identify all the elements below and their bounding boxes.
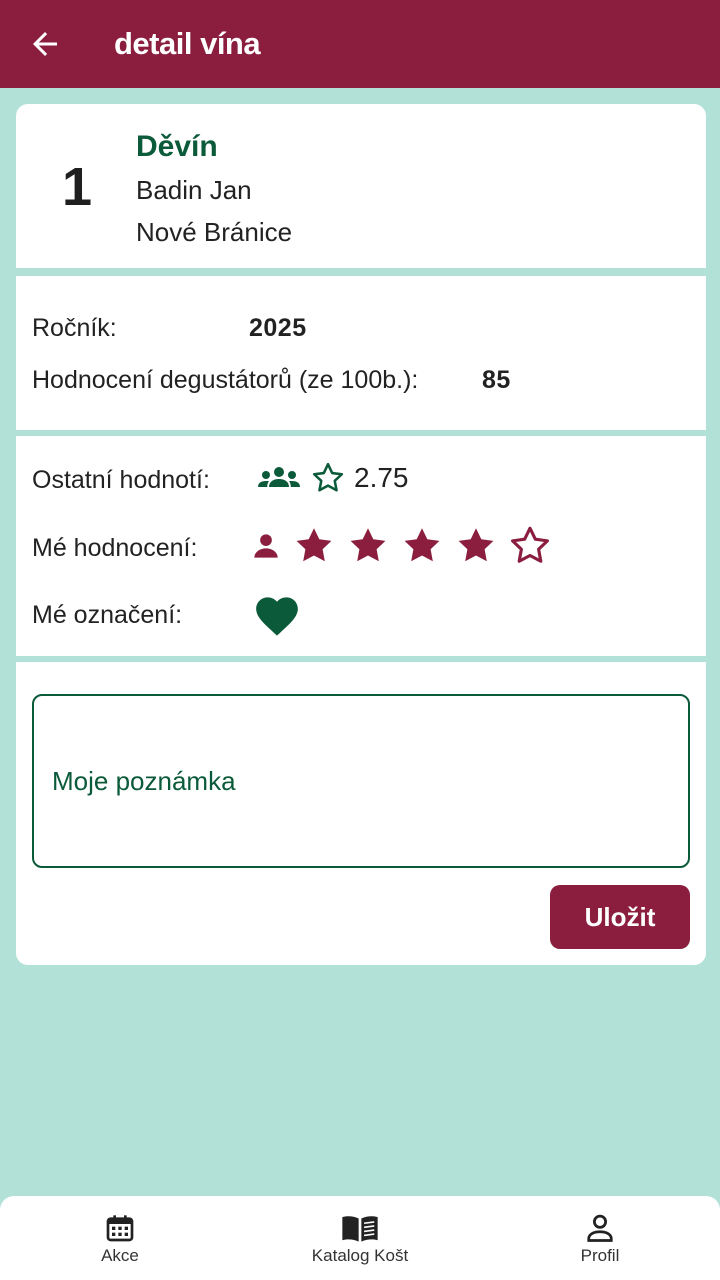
taster-score-label: Hodnocení degustátorů (ze 100b.):	[32, 366, 419, 394]
star-filled-icon[interactable]	[454, 524, 498, 568]
note-placeholder: Moje poznámka	[52, 765, 236, 796]
others-rating-value: 2.75	[354, 462, 409, 493]
my-rating	[252, 524, 562, 568]
arrow-left-icon	[33, 32, 57, 56]
rating-stars	[292, 524, 562, 568]
nav-item-profil[interactable]: Profil	[480, 1196, 720, 1266]
ratings-card: Ostatní hodnotí: 2.75 Mé hodnocení: Mé o…	[16, 436, 706, 656]
note-card: Moje poznámka Uložit	[16, 662, 706, 965]
wine-location: Nové Bránice	[136, 217, 293, 247]
my-rating-label: Mé hodnocení:	[32, 534, 198, 562]
year-value: 2025	[249, 314, 307, 342]
star-filled-icon[interactable]	[292, 524, 336, 568]
star-filled-icon[interactable]	[400, 524, 444, 568]
wine-name: Děvín	[136, 130, 218, 163]
star-filled-icon[interactable]	[346, 524, 390, 568]
heart-icon[interactable]	[252, 591, 302, 637]
year-label: Ročník:	[32, 314, 117, 342]
star-outline-icon	[312, 462, 344, 492]
my-mark-label: Mé označení:	[32, 601, 183, 629]
group-icon	[258, 467, 300, 487]
taster-score-value: 85	[482, 366, 511, 394]
nav-item-katalog[interactable]: Katalog Košt	[240, 1196, 480, 1266]
wine-producer: Badin Jan	[136, 175, 252, 205]
app-bar: detail vína	[0, 0, 720, 88]
others-rating-label: Ostatní hodnotí:	[32, 466, 210, 494]
person-outline-icon	[587, 1214, 613, 1242]
bottom-navigation: Akce Katalog Košt Profil	[0, 1196, 720, 1280]
page-title: detail vína	[114, 26, 261, 61]
wine-details-card: Ročník: 2025 Hodnocení degustátorů (ze 1…	[16, 276, 706, 430]
wine-header-card: 1 Děvín Badin Jan Nové Bránice	[16, 104, 706, 268]
back-button[interactable]	[0, 0, 90, 88]
star-outline-icon[interactable]	[508, 524, 552, 568]
nav-label-akce: Akce	[101, 1246, 139, 1265]
book-icon	[342, 1216, 378, 1242]
person-icon	[254, 534, 278, 558]
save-button[interactable]: Uložit	[550, 885, 690, 949]
favorite-toggle[interactable]	[252, 591, 302, 637]
nav-label-profil: Profil	[580, 1246, 620, 1265]
nav-item-akce[interactable]: Akce	[0, 1196, 240, 1266]
note-input[interactable]: Moje poznámka	[32, 694, 690, 868]
calendar-icon	[106, 1215, 134, 1242]
wine-number: 1	[62, 157, 93, 217]
others-rating: 2.75	[256, 460, 409, 496]
nav-label-katalog: Katalog Košt	[311, 1246, 409, 1265]
